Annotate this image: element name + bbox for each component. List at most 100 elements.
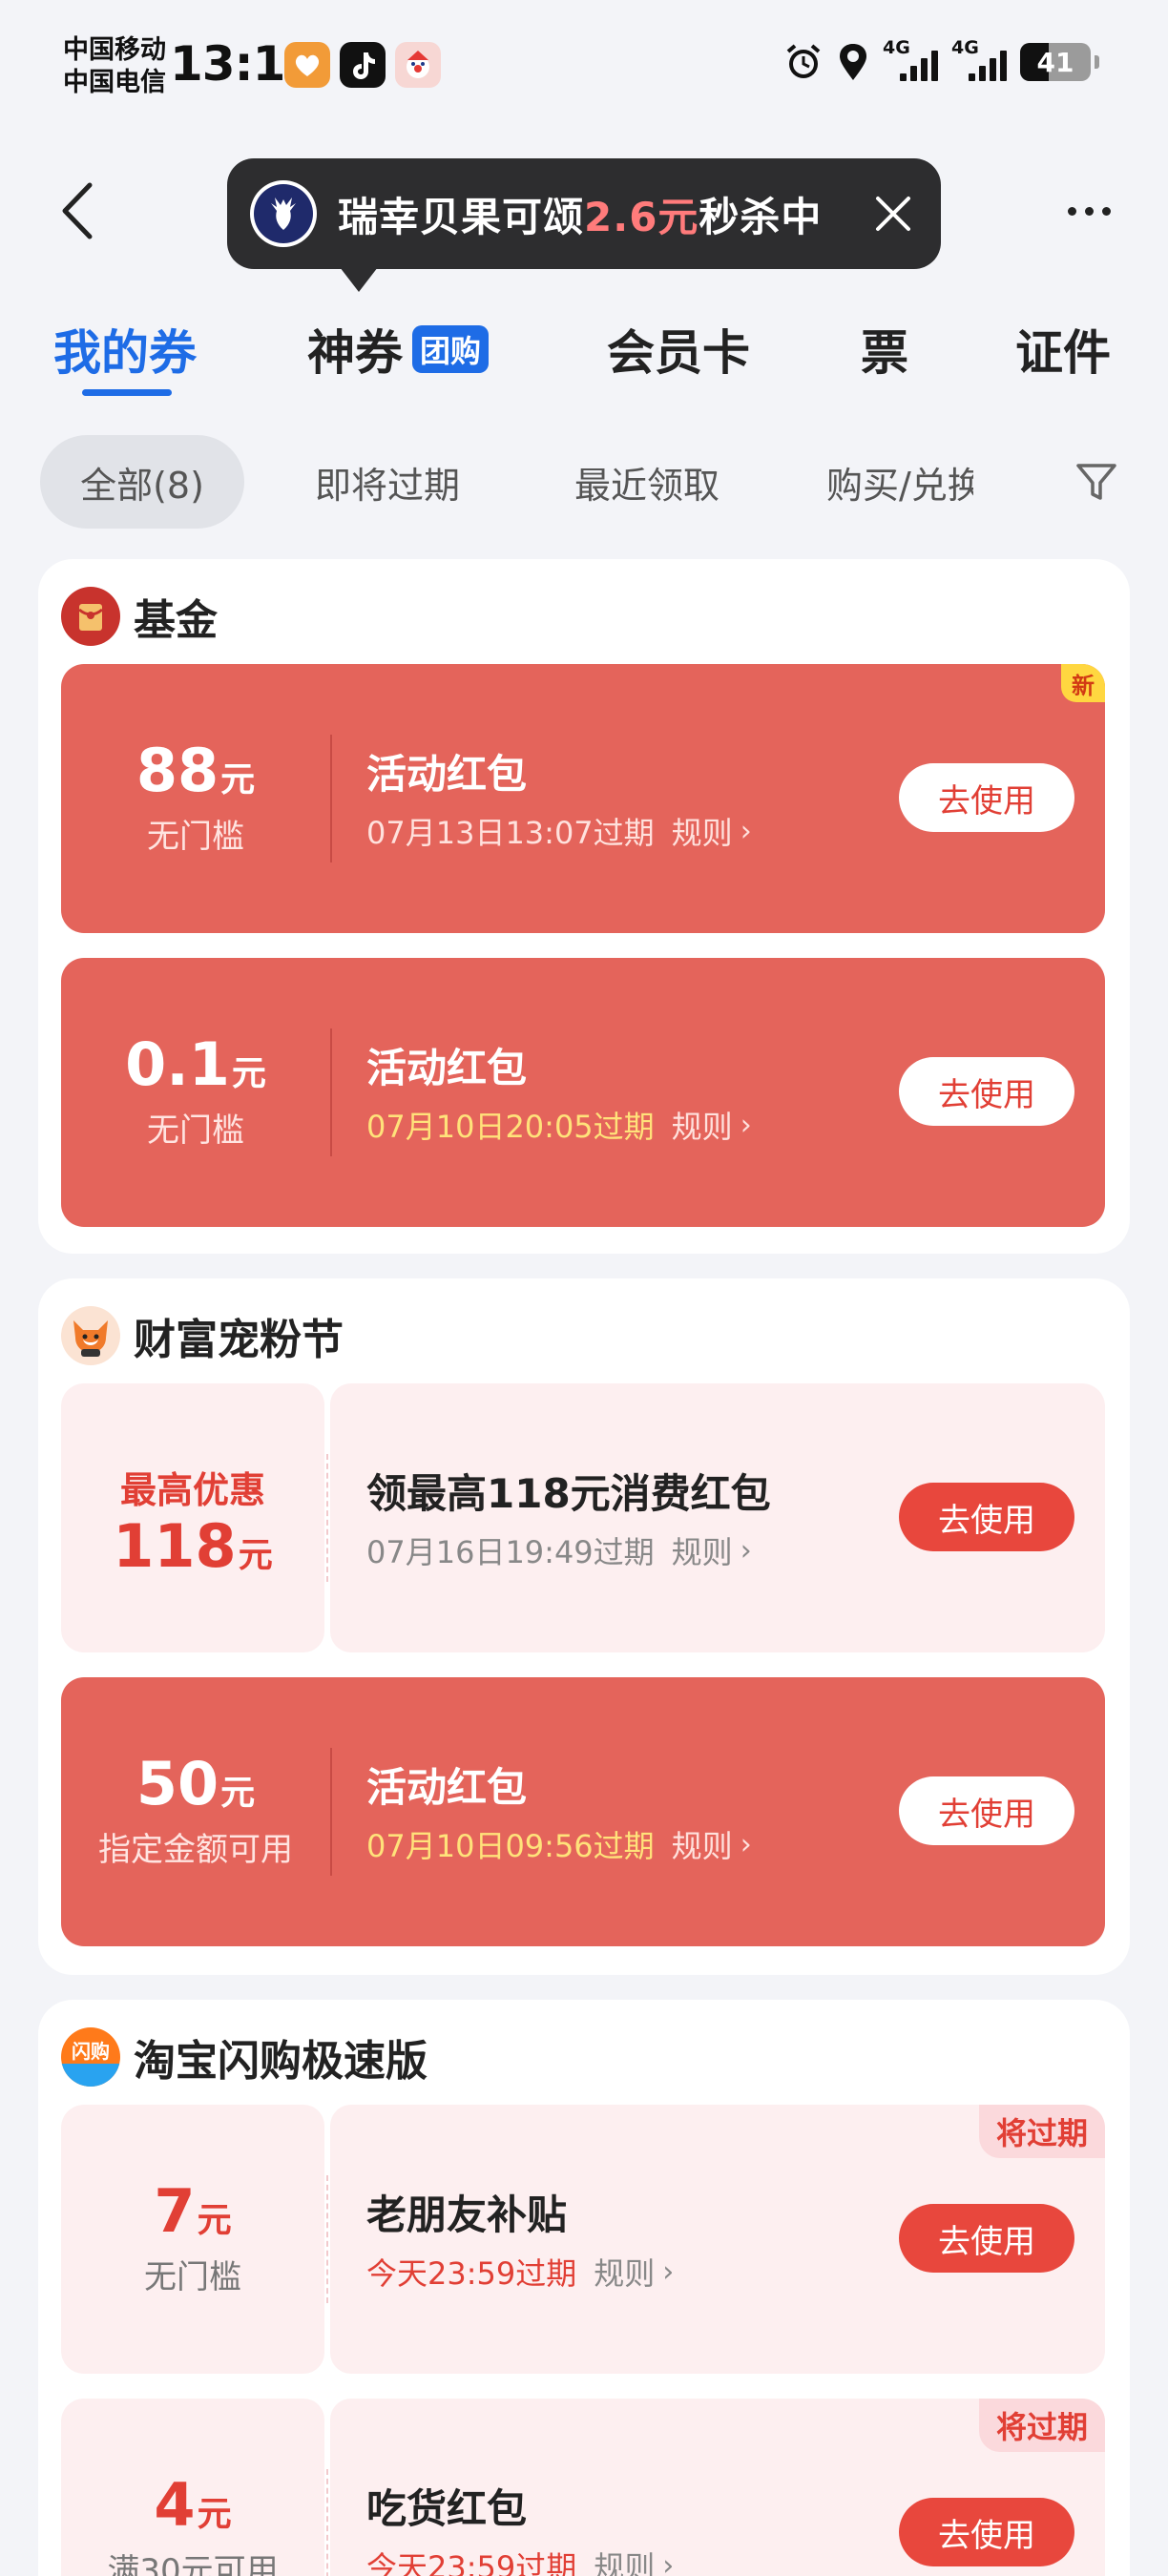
coupon-amount: 7元 bbox=[154, 2175, 232, 2246]
filter-button[interactable] bbox=[1073, 458, 1120, 506]
system-icons: 4G 4G 41 bbox=[783, 37, 1099, 82]
coupon-amount: 0.1 元 bbox=[125, 1028, 266, 1099]
carrier-2: 中国电信 bbox=[63, 68, 166, 97]
close-promo-button[interactable] bbox=[874, 195, 912, 233]
section-header: 基金 bbox=[61, 586, 218, 647]
coupon-amount: 50 元 bbox=[136, 1748, 256, 1818]
section-header: 财富宠粉节 bbox=[61, 1305, 344, 1366]
coupon-condition: 无门槛 bbox=[144, 2257, 241, 2296]
signal-icon-1: 4G bbox=[883, 37, 938, 81]
coupon-expiry: 07月13日13:07过期 bbox=[366, 815, 655, 851]
coupon-condition: 满30元可用 bbox=[107, 2551, 279, 2576]
filter-all[interactable]: 全部(8) bbox=[40, 435, 244, 529]
active-tab-indicator bbox=[82, 389, 172, 396]
funnel-icon bbox=[1076, 464, 1116, 500]
coupon-card[interactable]: 0.1 元 无门槛 活动红包 07月10日20:05过期 规则 › 去使用 bbox=[61, 958, 1105, 1227]
use-coupon-button[interactable]: 去使用 bbox=[899, 1776, 1074, 1845]
coupon-title: 活动红包 bbox=[366, 1764, 528, 1811]
coupon-rules-link[interactable]: 规则 › bbox=[594, 2544, 674, 2576]
coupon-expiry: 今天23:59过期 bbox=[366, 2255, 577, 2292]
coupon-title: 领最高118元消费红包 bbox=[366, 1470, 771, 1517]
filter-expiring-soon[interactable]: 即将过期 bbox=[286, 435, 489, 529]
coupon-card[interactable]: 7元 无门槛 老朋友补贴 今天23:59过期 规则 › 去使用 将过期 bbox=[61, 2105, 1105, 2374]
coupon-rules-link[interactable]: 规则 › bbox=[672, 1103, 752, 1147]
coupon-expiry: 07月10日20:05过期 bbox=[366, 1109, 655, 1145]
section-title: 基金 bbox=[134, 596, 218, 645]
coupon-title: 吃货红包 bbox=[366, 2485, 528, 2532]
chevron-right-icon: › bbox=[740, 814, 752, 848]
coupon-amount: 118 元 bbox=[113, 1510, 273, 1581]
coupon-condition: 无门槛 bbox=[147, 1111, 244, 1150]
coupon-title: 活动红包 bbox=[366, 1045, 528, 1091]
coupon-amount: 88 元 bbox=[136, 735, 256, 805]
back-button[interactable] bbox=[50, 177, 107, 244]
coupon-condition: 指定金额可用 bbox=[98, 1830, 293, 1869]
coupon-rules-link[interactable]: 规则 › bbox=[594, 2250, 674, 2294]
coupon-card[interactable]: 最高优惠 118 元 领最高118元消费红包 07月16日19:49过期 规则 › … bbox=[61, 1383, 1105, 1652]
chevron-right-icon: › bbox=[740, 1827, 752, 1861]
clown-app-icon bbox=[395, 42, 441, 88]
flash-buy-logo-icon: 闪购 bbox=[61, 2027, 120, 2087]
dot-icon bbox=[1067, 206, 1076, 216]
chevron-right-icon: › bbox=[740, 1108, 752, 1142]
coupon-amount: 4元 bbox=[154, 2469, 232, 2540]
new-badge: 新 bbox=[1061, 664, 1105, 702]
tab-membership-cards[interactable]: 会员卡 bbox=[607, 315, 750, 384]
coupon-rules-link[interactable]: 规则 › bbox=[672, 1528, 752, 1572]
coupon-top-label: 最高优惠 bbox=[119, 1468, 265, 1511]
signal-icon-2: 4G bbox=[951, 37, 1007, 81]
section-taobao-flash-buy: 闪购 淘宝闪购极速版 7元 无门槛 老朋友补贴 今天23:59过期 规则 › 去使… bbox=[38, 2000, 1130, 2576]
close-icon bbox=[876, 197, 910, 231]
coupon-condition: 无门槛 bbox=[147, 817, 244, 856]
coupon-expiry: 07月10日09:56过期 bbox=[366, 1828, 655, 1864]
coupon-card[interactable]: 50 元 指定金额可用 活动红包 07月10日09:56过期 规则 › 去使用 bbox=[61, 1677, 1105, 1946]
section-fund: 基金 88 元 无门槛 活动红包 07月13日13:07过期 规则 › 去使用 新 … bbox=[38, 559, 1130, 1254]
notification-icons bbox=[284, 42, 441, 88]
promo-text: 瑞幸贝果可颂2.6元秒杀中 bbox=[338, 193, 823, 240]
carrier-1: 中国移动 bbox=[63, 35, 166, 65]
use-coupon-button[interactable]: 去使用 bbox=[899, 763, 1074, 832]
use-coupon-button[interactable]: 去使用 bbox=[899, 2498, 1074, 2566]
tab-super-coupons[interactable]: 神券 团购 bbox=[307, 315, 490, 384]
use-coupon-button[interactable]: 去使用 bbox=[899, 1483, 1074, 1551]
chevron-right-icon: › bbox=[662, 2548, 675, 2576]
filter-bar: 全部(8) 即将过期 最近领取 购买/兑换 bbox=[0, 435, 1168, 530]
section-wealth-fan-festival: 财富宠粉节 最高优惠 118 元 领最高118元消费红包 07月16日19:49过… bbox=[38, 1278, 1130, 1975]
use-coupon-button[interactable]: 去使用 bbox=[899, 1057, 1074, 1126]
chevron-right-icon: › bbox=[662, 2254, 675, 2289]
section-title: 财富宠粉节 bbox=[134, 1316, 344, 1364]
use-coupon-button[interactable]: 去使用 bbox=[899, 2204, 1074, 2273]
filter-recently-received[interactable]: 最近领取 bbox=[546, 435, 748, 529]
coupon-rules-link[interactable]: 规则 › bbox=[672, 809, 752, 853]
coupon-title: 老朋友补贴 bbox=[366, 2192, 568, 2238]
dot-icon bbox=[1101, 206, 1111, 216]
chevron-right-icon: › bbox=[740, 1533, 752, 1568]
alarm-icon bbox=[786, 44, 821, 78]
coupon-title: 活动红包 bbox=[366, 751, 528, 798]
dot-icon bbox=[1084, 206, 1094, 216]
coupon-expiry: 今天23:59过期 bbox=[366, 2549, 577, 2576]
coupon-card[interactable]: 4元 满30元可用 吃货红包 今天23:59过期 规则 › 去使用 将过期 bbox=[61, 2399, 1105, 2576]
tab-bar: 我的券 神券 团购 会员卡 票 证件 bbox=[0, 303, 1168, 399]
tab-documents[interactable]: 证件 bbox=[1015, 315, 1111, 384]
filter-purchased[interactable]: 购买/兑换 bbox=[826, 435, 973, 529]
location-icon bbox=[840, 44, 866, 80]
fox-mascot-icon bbox=[61, 1306, 120, 1365]
battery-icon: 41 bbox=[1020, 43, 1091, 81]
tab-my-coupons[interactable]: 我的券 bbox=[53, 315, 197, 384]
red-envelope-icon bbox=[61, 587, 120, 646]
coupon-card[interactable]: 88 元 无门槛 活动红包 07月13日13:07过期 规则 › 去使用 新 bbox=[61, 664, 1105, 933]
coupon-expiry: 07月16日19:49过期 bbox=[366, 1534, 655, 1570]
promo-toast[interactable]: 瑞幸贝果可颂2.6元秒杀中 bbox=[227, 158, 941, 292]
carrier-info: 中国移动 中国电信 bbox=[63, 34, 166, 99]
chevron-left-icon bbox=[62, 182, 93, 239]
section-header: 闪购 淘宝闪购极速版 bbox=[61, 2026, 428, 2088]
tab-tickets[interactable]: 票 bbox=[861, 315, 908, 384]
status-bar: 中国移动 中国电信 13:17 4G 4G 41 bbox=[0, 0, 1168, 134]
more-options-button[interactable] bbox=[1055, 187, 1122, 235]
group-buy-badge: 团购 bbox=[412, 325, 490, 373]
heart-app-icon bbox=[284, 42, 330, 88]
expiring-soon-badge: 将过期 bbox=[978, 2399, 1105, 2452]
tiktok-app-icon bbox=[340, 42, 386, 88]
coupon-rules-link[interactable]: 规则 › bbox=[672, 1822, 752, 1866]
